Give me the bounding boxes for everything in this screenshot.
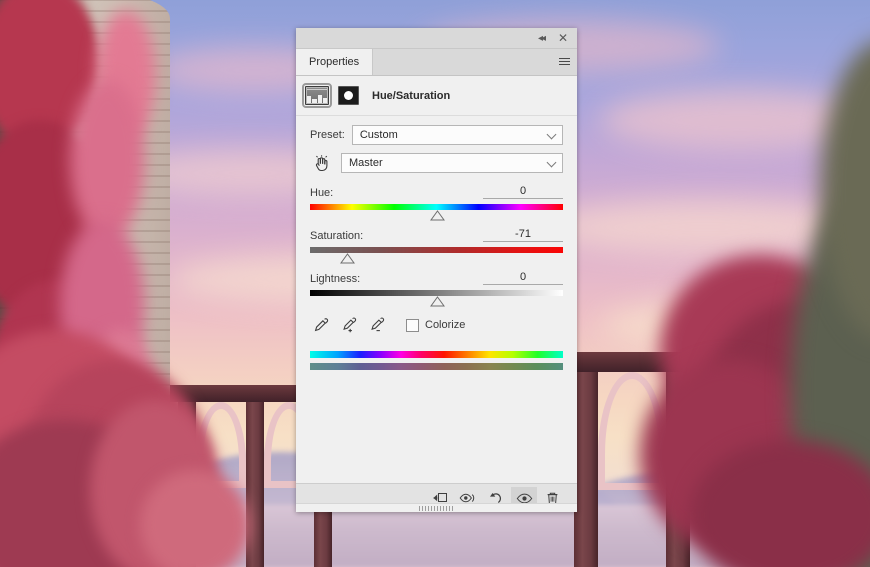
saturation-value[interactable]: -71 (483, 228, 563, 242)
layer-mask-icon[interactable] (338, 86, 359, 105)
lightness-value[interactable]: 0 (483, 271, 563, 285)
panel-tab-bar: Properties (296, 49, 577, 76)
slider-saturation: Saturation: -71 (296, 228, 577, 264)
resize-grip-icon[interactable] (418, 506, 455, 511)
adjustment-title: Hue/Saturation (372, 89, 451, 102)
preset-label: Preset: (310, 129, 345, 141)
hue-value[interactable]: 0 (483, 185, 563, 199)
screenshot-root: ◂◂ ✕ Properties Hue/Saturation Preset: C… (0, 0, 870, 567)
channel-row: Master (296, 153, 577, 173)
slider-hue: Hue: 0 (296, 185, 577, 221)
panel-bottom-edge (296, 503, 577, 512)
lightness-label: Lightness: (310, 273, 361, 285)
eyedropper-icon[interactable] (310, 315, 332, 335)
colorize-label: Colorize (425, 319, 466, 331)
colorize-checkbox[interactable] (406, 318, 419, 332)
preset-value: Custom (359, 129, 398, 141)
close-icon: ✕ (557, 31, 569, 45)
tools-row: Colorize (296, 315, 577, 335)
ivy-cluster (70, 80, 145, 240)
saturation-thumb[interactable] (339, 253, 355, 264)
hue-label: Hue: (310, 187, 334, 199)
colorize-option[interactable]: Colorize (406, 318, 466, 332)
close-panel-button[interactable]: ✕ (553, 28, 573, 48)
chevron-down-icon (547, 161, 556, 165)
color-ramps (296, 351, 577, 370)
targeted-adjustment-hand-icon[interactable] (310, 153, 332, 173)
adjustment-header: Hue/Saturation (296, 76, 577, 116)
lightness-thumb[interactable] (429, 296, 445, 307)
input-color-ramp (310, 351, 563, 358)
collapse-panel-button[interactable]: ◂◂ (531, 28, 551, 48)
eyedropper-subtract-icon[interactable] (366, 315, 388, 335)
slider-lightness: Lightness: 0 (296, 271, 577, 307)
panel-menu-icon (558, 57, 570, 67)
tab-properties[interactable]: Properties (296, 49, 374, 75)
double-chevron-left-icon: ◂◂ (537, 32, 546, 44)
saturation-track-wrap[interactable] (310, 247, 563, 264)
preset-dropdown[interactable]: Custom (351, 125, 563, 145)
eyedropper-add-icon[interactable] (338, 315, 360, 335)
channel-dropdown[interactable]: Master (341, 153, 563, 173)
preset-row: Preset: Custom (296, 125, 577, 145)
hue-track-wrap[interactable] (310, 204, 563, 221)
panel-title-bar: ◂◂ ✕ (296, 28, 577, 49)
properties-panel: ◂◂ ✕ Properties Hue/Saturation Preset: C… (296, 28, 577, 512)
tab-properties-label: Properties (309, 56, 360, 68)
output-color-ramp (310, 363, 563, 370)
chevron-down-icon (547, 133, 556, 137)
channel-value: Master (349, 157, 383, 169)
hue-thumb[interactable] (429, 210, 445, 221)
hue-saturation-adjustment-icon[interactable] (302, 83, 332, 108)
panel-menu-button[interactable] (555, 53, 573, 71)
panel-body: Hue/Saturation Preset: Custom Master Hue… (296, 76, 577, 483)
saturation-label: Saturation: (310, 230, 364, 242)
lightness-track-wrap[interactable] (310, 290, 563, 307)
